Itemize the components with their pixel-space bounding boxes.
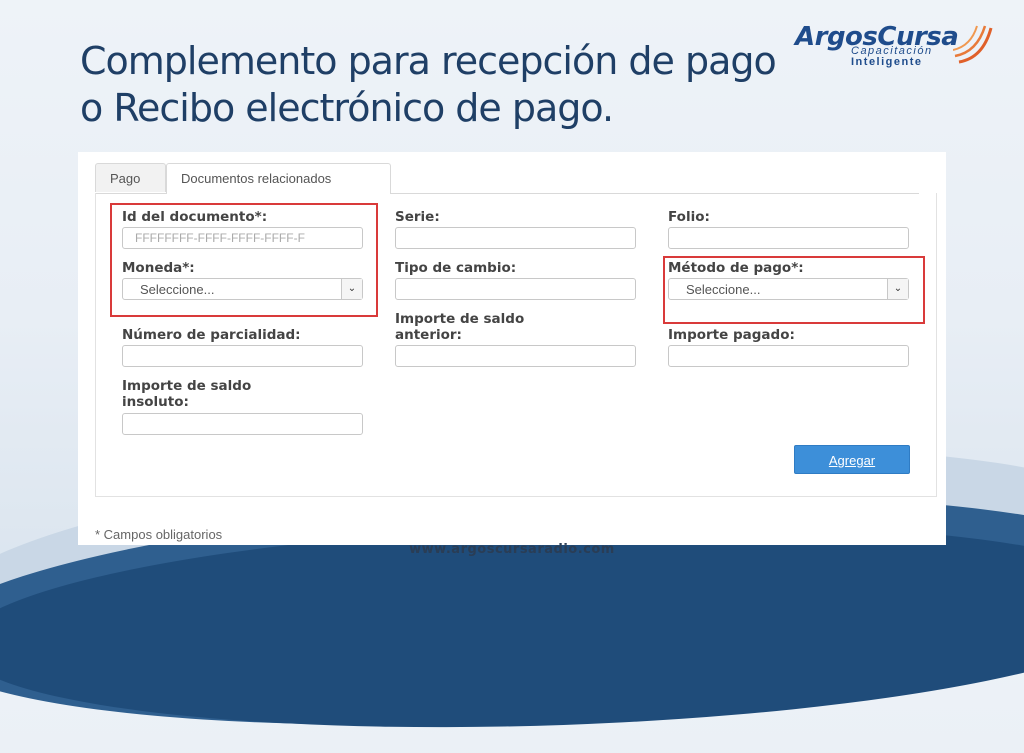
- agregar-button[interactable]: Agregar: [794, 445, 910, 474]
- tab-pago[interactable]: Pago: [95, 163, 166, 192]
- folio-label: Folio:: [668, 209, 710, 225]
- folio-input[interactable]: [668, 227, 909, 249]
- tab-bar: Pago Documentos relacionados: [95, 163, 919, 194]
- logo-swoosh-icon: [953, 25, 993, 64]
- saldo-insoluto-input[interactable]: [122, 413, 363, 435]
- saldo-anterior-input[interactable]: [395, 345, 636, 367]
- saldo-anterior-label: Importe de saldo anterior:: [395, 311, 524, 343]
- argoscursa-logo: ArgosCursa Capacitación Inteligente: [793, 20, 1003, 70]
- tipo-cambio-input[interactable]: [395, 278, 636, 300]
- num-parcialidad-label: Número de parcialidad:: [122, 327, 301, 343]
- tipo-cambio-label: Tipo de cambio:: [395, 260, 517, 276]
- highlight-box-metodo-pago: [663, 256, 925, 324]
- saldo-anterior-label-line1: Importe de saldo: [395, 311, 525, 327]
- serie-label: Serie:: [395, 209, 440, 225]
- slide-title-line2: o Recibo electrónico de pago.: [80, 86, 614, 130]
- saldo-insoluto-label-line1: Importe de saldo: [122, 378, 252, 394]
- required-fields-note: * Campos obligatorios: [95, 527, 223, 542]
- importe-pagado-label: Importe pagado:: [668, 327, 795, 343]
- highlight-box-id-moneda: [110, 203, 378, 317]
- importe-pagado-input[interactable]: [668, 345, 909, 367]
- tab-documentos-relacionados[interactable]: Documentos relacionados: [166, 163, 391, 194]
- saldo-anterior-label-line2: anterior:: [395, 327, 462, 343]
- logo-subtitle-2: Inteligente: [851, 56, 923, 68]
- serie-input[interactable]: [395, 227, 636, 249]
- slide-title-line1: Complemento para recepción de pago: [80, 39, 777, 83]
- form-card: Pago Documentos relacionados Id del docu…: [78, 152, 946, 545]
- num-parcialidad-input[interactable]: [122, 345, 363, 367]
- saldo-insoluto-label-line2: insoluto:: [122, 394, 189, 410]
- slide-title: Complemento para recepción de pago o Rec…: [80, 38, 777, 132]
- saldo-insoluto-label: Importe de saldo insoluto:: [122, 378, 251, 410]
- documentos-panel: Id del documento*: FFFFFFFF-FFFF-FFFF-FF…: [95, 193, 937, 497]
- footer-url: www.argoscursaradio.com: [409, 542, 615, 557]
